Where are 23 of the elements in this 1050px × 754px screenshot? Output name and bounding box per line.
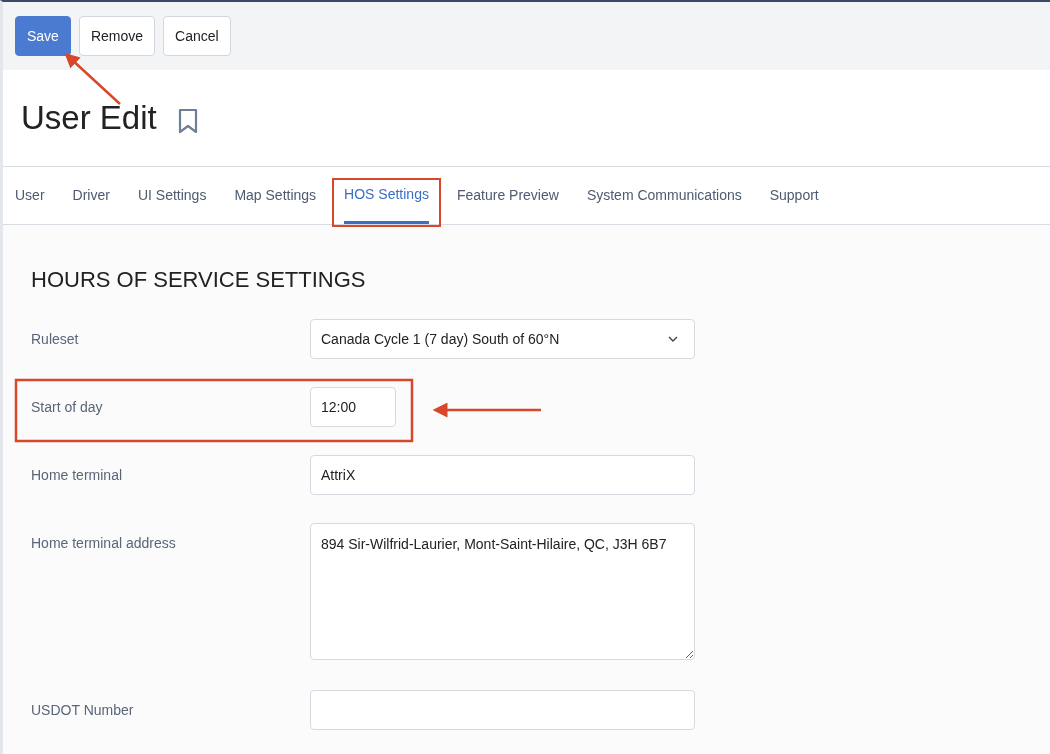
primary-button[interactable]: Save [15,16,71,56]
page-title: User Edit [21,99,157,137]
tab[interactable]: System Communications [586,167,742,224]
section-heading: HOURS OF SERVICE SETTINGS [31,267,367,293]
toolbar-button[interactable]: Remove [78,16,156,56]
input-field[interactable]: AttriX [310,455,695,495]
tab[interactable]: Driver [72,167,110,224]
field-label: Home terminal [31,467,124,483]
tab[interactable]: HOS Settings [344,167,429,224]
tab[interactable]: Map Settings [234,167,317,224]
field-label: Home terminal address [31,534,177,551]
time-field[interactable]: 12:00 [310,387,396,427]
dropdown[interactable]: Canada Cycle 1 (7 day) South of 60°N [310,319,695,359]
dropdown-value: Canada Cycle 1 (7 day) South of 60°N [321,331,560,347]
toolbar-button[interactable]: Cancel [163,16,231,56]
field-label: Ruleset [31,331,80,347]
tab[interactable]: UI Settings [137,167,207,224]
tab[interactable]: Support [769,167,819,224]
tab[interactable]: Feature Preview [456,167,559,224]
tab[interactable]: User [15,167,45,224]
field-label: USDOT Number [31,702,135,718]
field-label: Start of day [31,399,104,415]
address-field[interactable]: 894 Sir-Wilfrid-Laurier, Mont-Saint-Hilaire, QC, J3H 6B7 [310,523,695,660]
